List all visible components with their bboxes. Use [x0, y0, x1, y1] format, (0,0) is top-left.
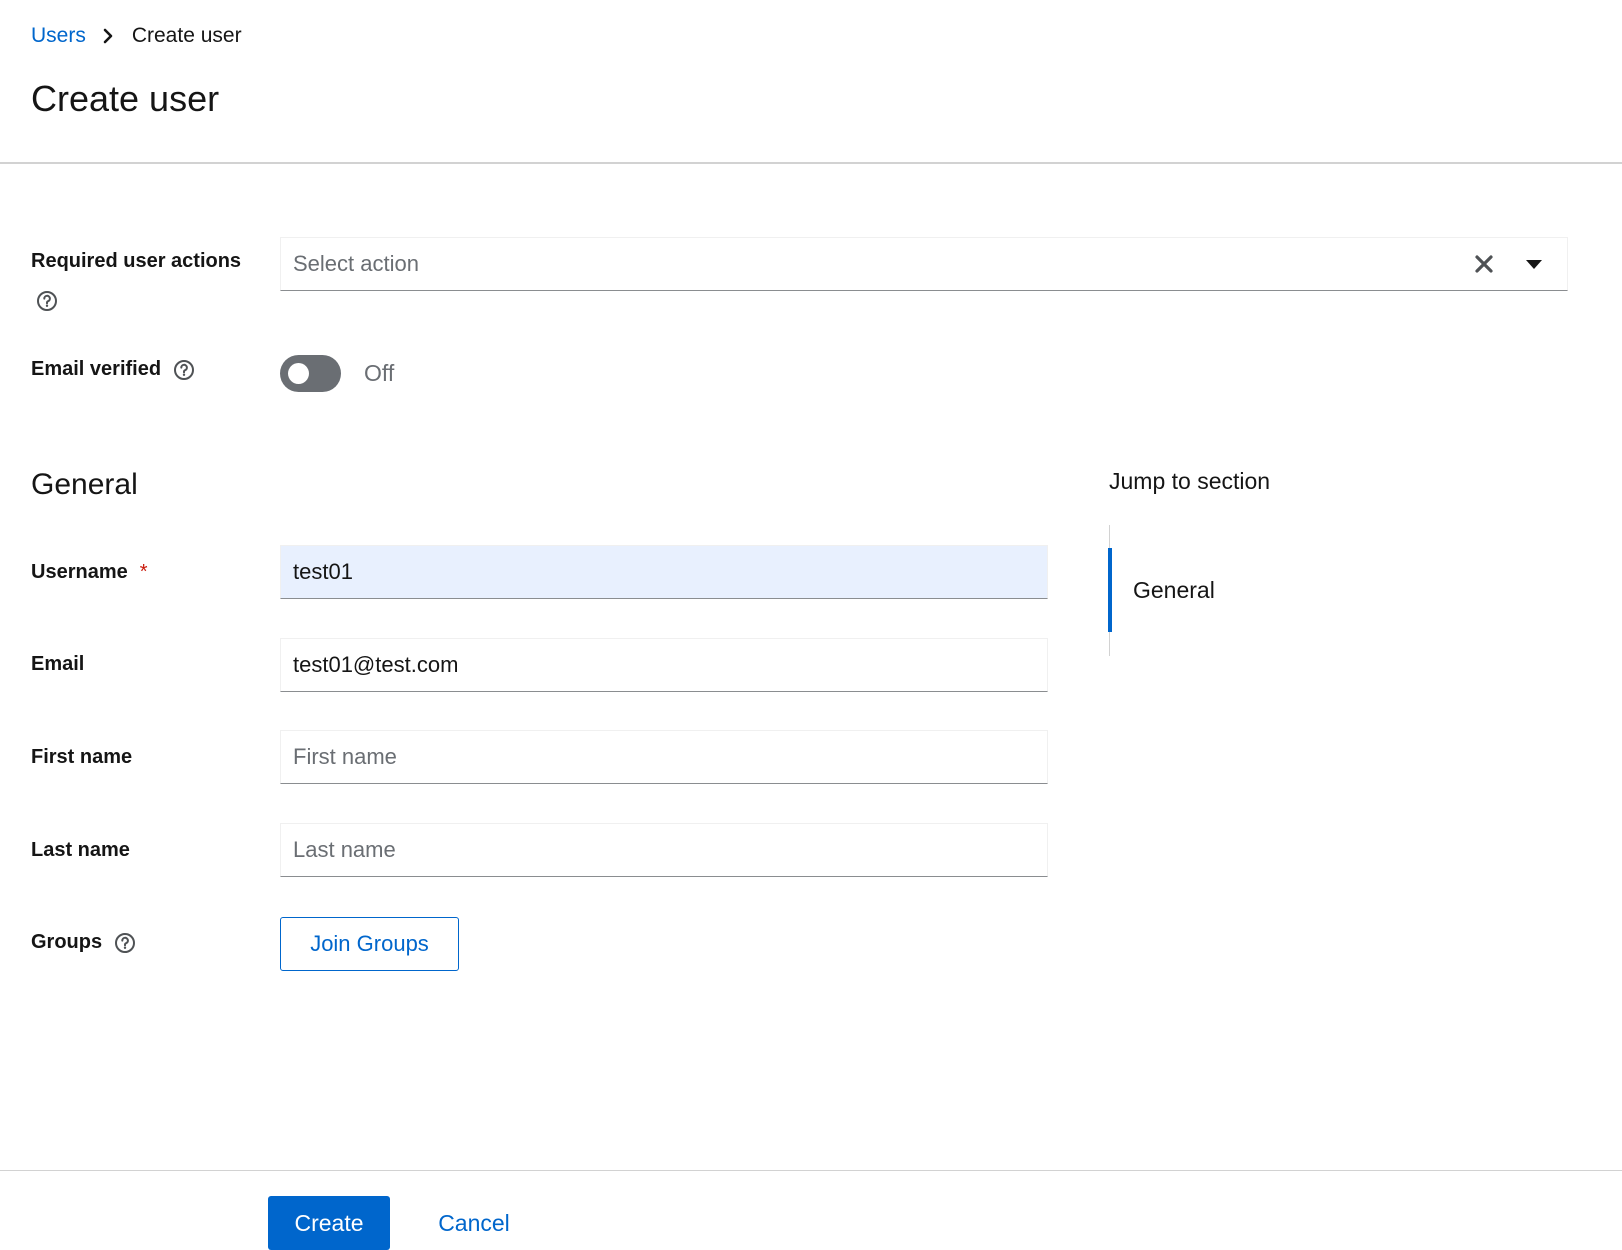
toggle-knob	[288, 363, 309, 384]
username-label: Username *	[31, 561, 148, 584]
join-groups-button[interactable]: Join Groups	[280, 917, 459, 971]
jump-active-indicator	[1108, 548, 1112, 632]
general-section-title: General	[31, 468, 138, 501]
first-name-label: First name	[31, 746, 132, 769]
help-icon[interactable]	[173, 359, 195, 381]
email-verified-label: Email verified	[31, 358, 195, 381]
last-name-label: Last name	[31, 839, 130, 862]
required-actions-select[interactable]: Select action	[280, 237, 1568, 291]
chevron-right-icon	[102, 28, 114, 44]
email-verified-state: Off	[364, 360, 395, 386]
groups-label: Groups	[31, 931, 136, 954]
required-actions-label-text: Required user actions	[31, 250, 242, 272]
breadcrumb: Users Create user	[31, 24, 242, 48]
create-user-page: Users Create user Create user Required u…	[0, 0, 1622, 1250]
first-name-input[interactable]	[280, 730, 1048, 784]
username-input[interactable]	[280, 545, 1048, 599]
last-name-input[interactable]	[280, 823, 1048, 877]
required-marker: *	[139, 561, 148, 583]
last-name-label-text: Last name	[31, 839, 130, 861]
email-verified-toggle[interactable]	[280, 355, 341, 392]
username-label-text: Username	[31, 561, 128, 583]
email-label: Email	[31, 653, 84, 676]
page-title: Create user	[31, 78, 220, 119]
first-name-label-text: First name	[31, 746, 133, 768]
footer-divider	[0, 1170, 1622, 1171]
jump-to-section-title: Jump to section	[1109, 468, 1271, 494]
caret-down-icon[interactable]	[1523, 253, 1545, 275]
breadcrumb-users-link[interactable]: Users	[31, 24, 86, 48]
clear-icon[interactable]	[1473, 253, 1495, 275]
jump-item-general[interactable]: General	[1133, 577, 1215, 604]
email-label-text: Email	[31, 653, 85, 675]
help-icon[interactable]	[114, 932, 136, 954]
email-verified-label-text: Email verified	[31, 358, 162, 380]
header-divider	[0, 162, 1622, 164]
required-actions-placeholder: Select action	[293, 251, 419, 276]
breadcrumb-current: Create user	[131, 24, 242, 47]
email-input[interactable]	[280, 638, 1048, 692]
help-icon[interactable]	[36, 290, 58, 312]
cancel-button[interactable]: Cancel	[420, 1196, 528, 1250]
create-button[interactable]: Create	[268, 1196, 390, 1250]
groups-label-text: Groups	[31, 931, 103, 953]
required-actions-label: Required user actions	[31, 250, 241, 273]
